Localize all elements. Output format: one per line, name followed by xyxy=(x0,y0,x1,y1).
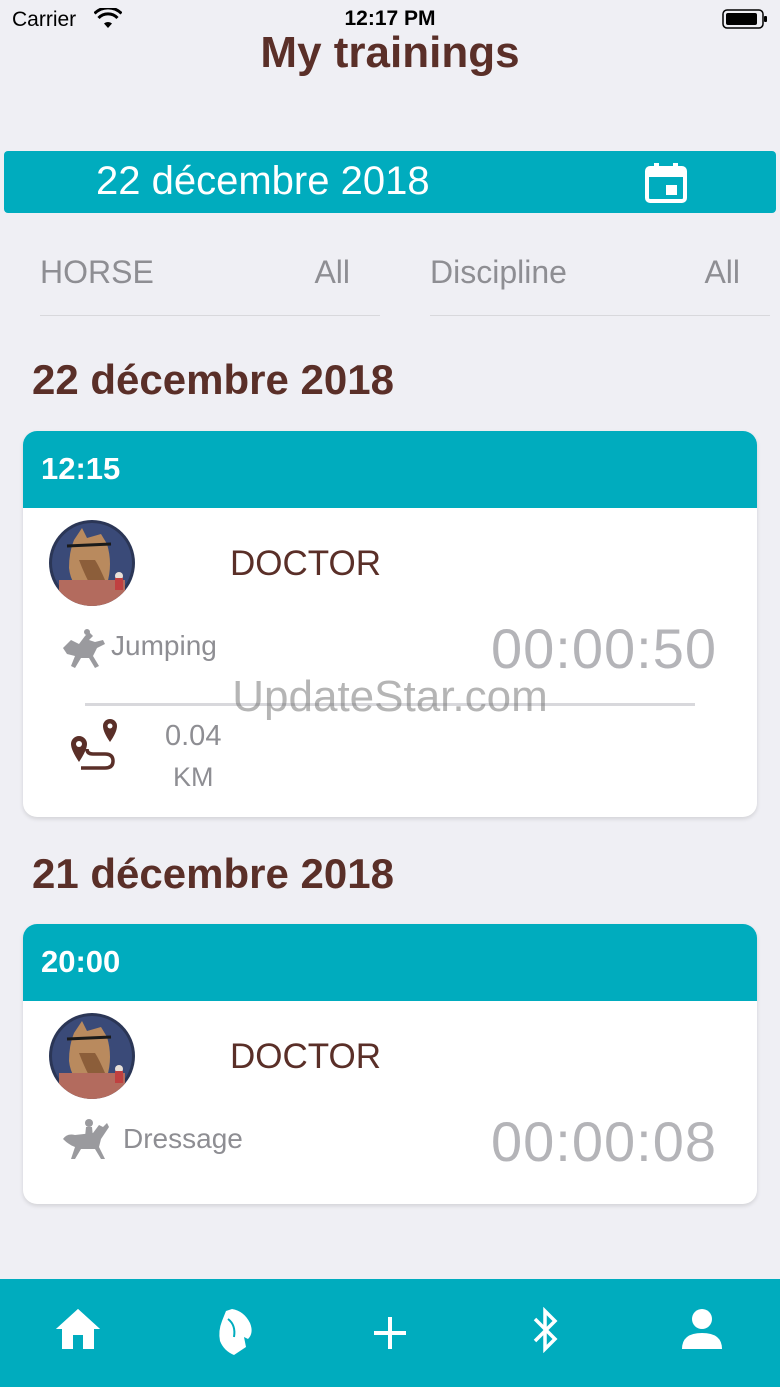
distance-value: 0.04 xyxy=(165,720,222,752)
training-card-header: 12:15 xyxy=(23,431,757,508)
horse-name: DOCTOR xyxy=(230,1037,382,1076)
tab-profile[interactable] xyxy=(624,1279,780,1387)
tab-bar xyxy=(0,1279,780,1387)
horse-avatar xyxy=(49,1013,135,1099)
discipline-filter-value: All xyxy=(704,254,740,290)
distance-unit: KM xyxy=(173,762,214,792)
tab-horses[interactable] xyxy=(156,1279,312,1387)
tab-bluetooth[interactable] xyxy=(468,1279,624,1387)
training-time: 12:15 xyxy=(41,451,121,486)
discipline-label: Jumping xyxy=(111,630,217,661)
discipline-label: Dressage xyxy=(123,1123,243,1154)
route-icon xyxy=(71,719,117,770)
profile-icon xyxy=(682,1309,722,1349)
horse-head-icon xyxy=(219,1309,252,1355)
training-duration: 00:00:08 xyxy=(491,1110,717,1173)
training-card-header: 20:00 xyxy=(23,924,757,1001)
bluetooth-icon xyxy=(533,1307,558,1353)
discipline-filter-label: Discipline xyxy=(430,254,567,290)
horse-filter[interactable]: HORSE All xyxy=(40,250,380,316)
calendar-icon[interactable] xyxy=(644,163,688,203)
tab-add[interactable] xyxy=(312,1279,468,1387)
section-date-heading: 21 décembre 2018 xyxy=(32,850,394,897)
dressage-horse-icon xyxy=(63,1119,109,1159)
training-card[interactable]: 12:15 DOCTOR Jumping 00:00:50 0.04 KM xyxy=(23,431,757,817)
jumping-horse-icon xyxy=(63,629,105,668)
horse-filter-value: All xyxy=(314,254,350,290)
horse-avatar xyxy=(49,520,135,606)
watermark: UpdateStar.com xyxy=(232,672,548,721)
horse-name: DOCTOR xyxy=(230,544,382,583)
training-card[interactable]: 20:00 DOCTOR Dressage 00:00:08 xyxy=(23,924,757,1204)
training-time: 20:00 xyxy=(41,944,121,979)
section-date-heading: 22 décembre 2018 xyxy=(32,356,394,403)
plus-icon xyxy=(374,1317,406,1349)
date-picker-value: 22 décembre 2018 xyxy=(96,159,430,203)
tab-home[interactable] xyxy=(0,1279,156,1387)
battery-icon xyxy=(722,9,767,29)
discipline-filter[interactable]: Discipline All xyxy=(430,250,770,316)
date-picker[interactable]: 22 décembre 2018 xyxy=(4,151,776,213)
page-title: My trainings xyxy=(260,28,520,77)
horse-filter-label: HORSE xyxy=(40,254,154,290)
home-icon xyxy=(56,1309,100,1349)
